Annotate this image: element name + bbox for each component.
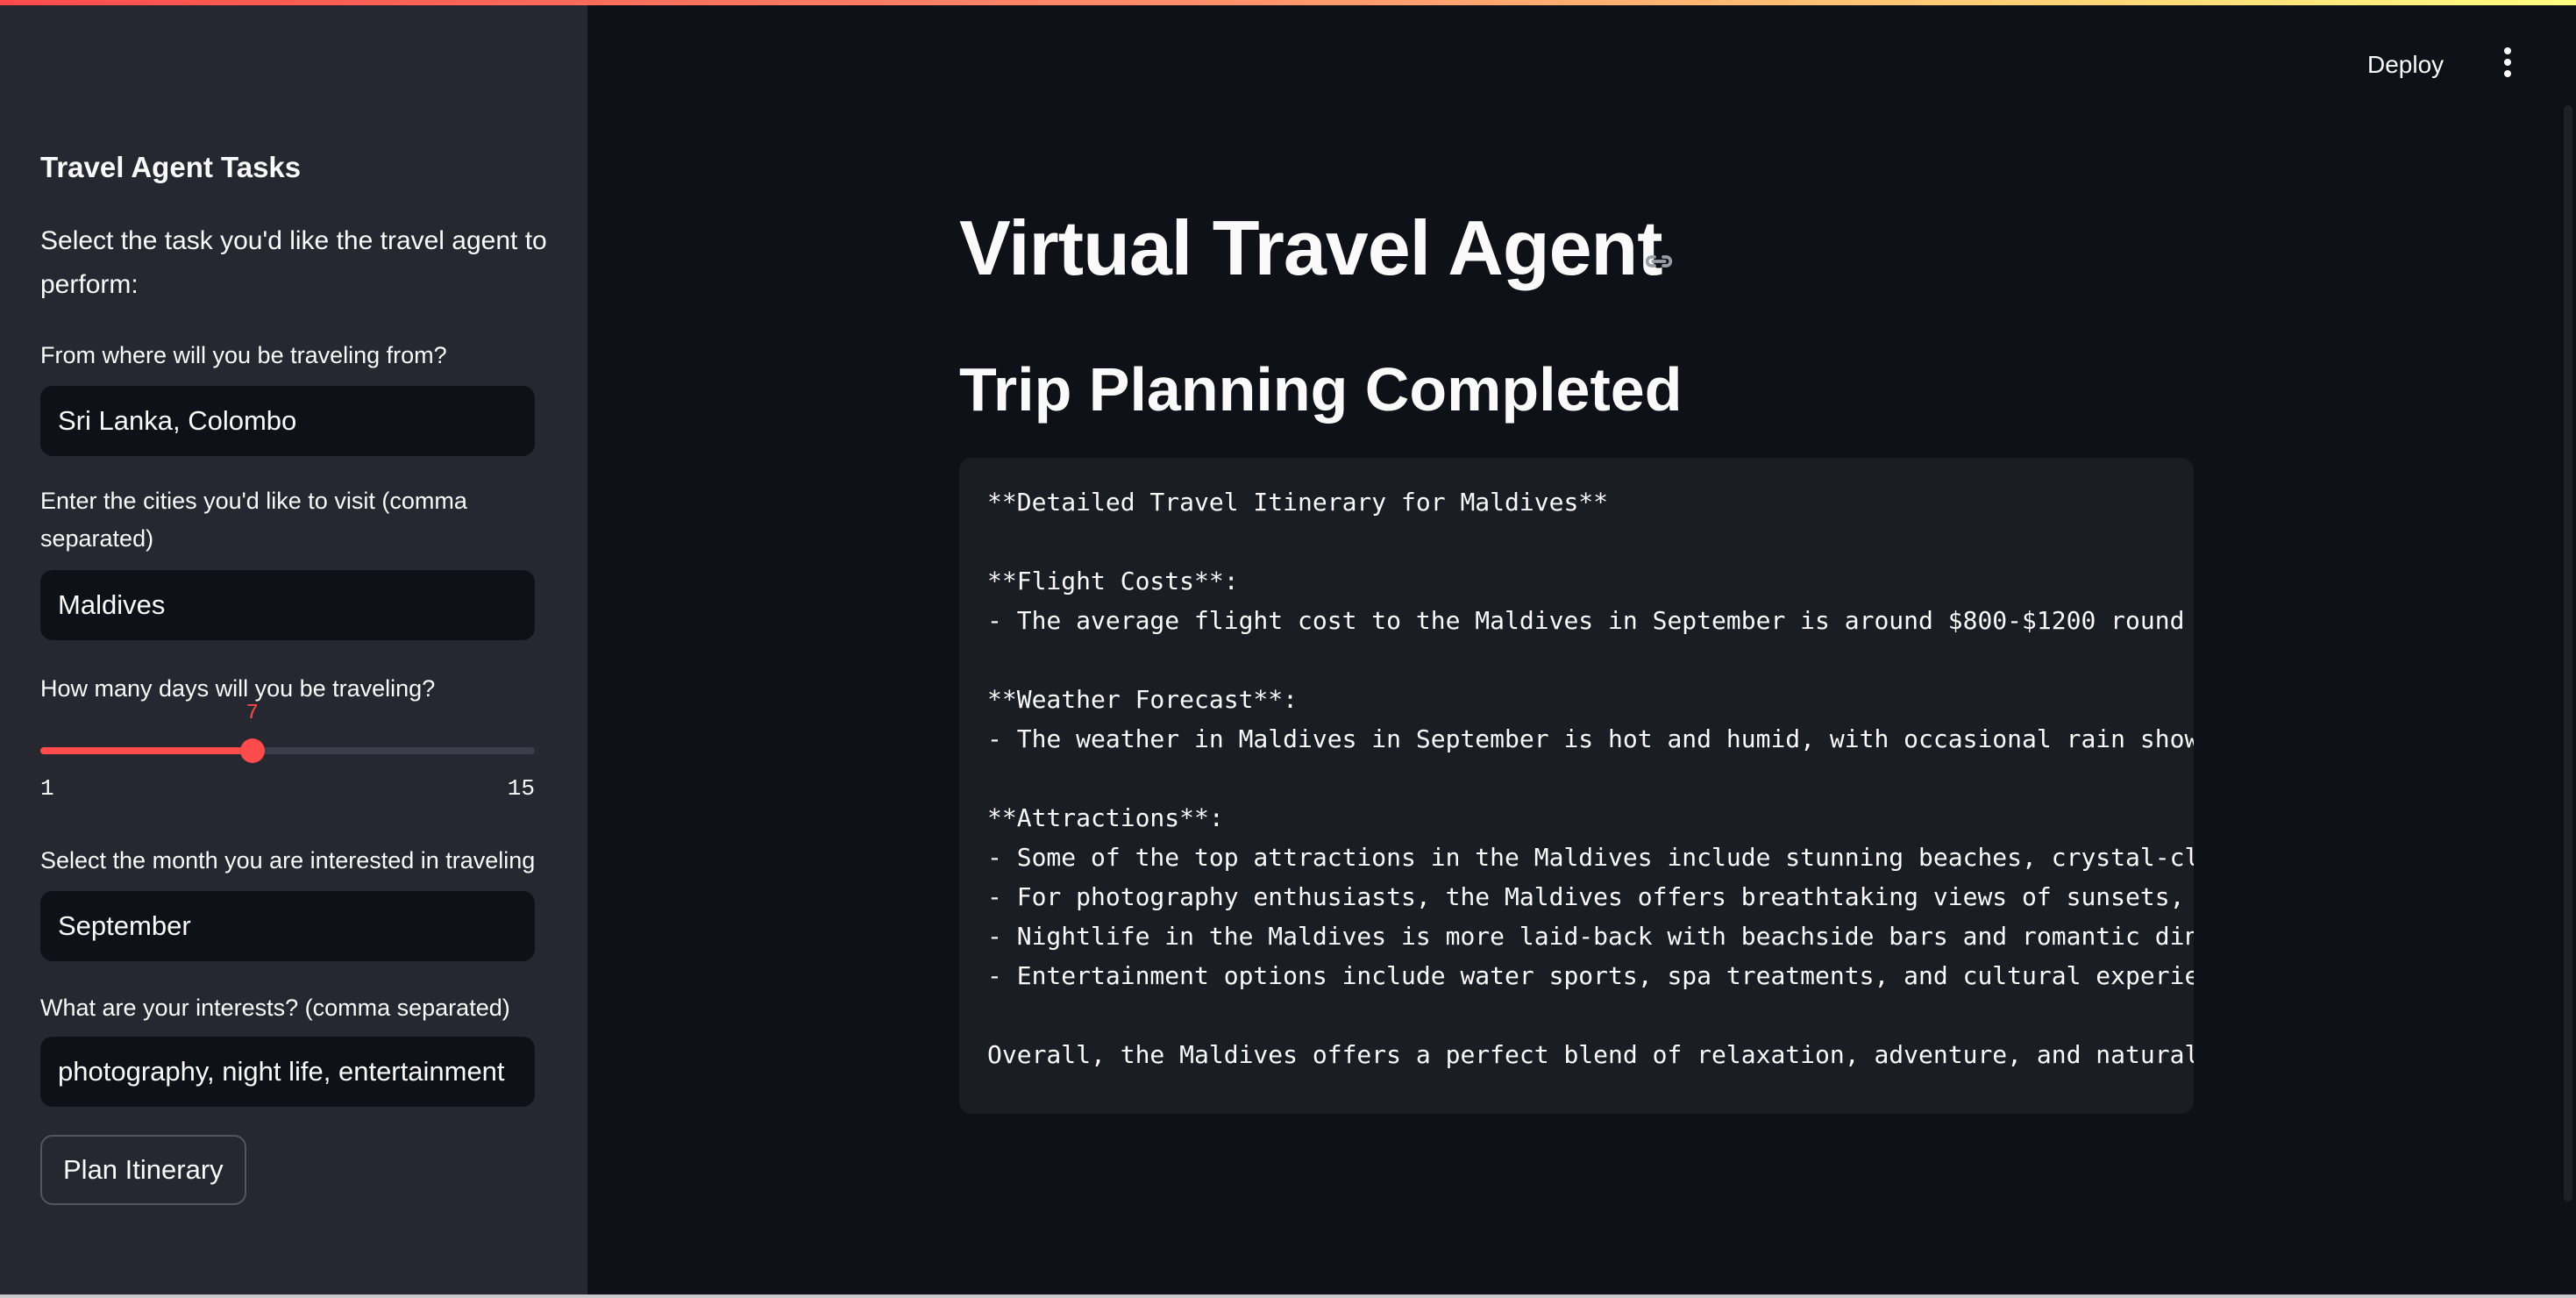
itinerary-line: **Attractions**: [987,803,1224,832]
deploy-button[interactable]: Deploy [2367,51,2444,79]
link-icon[interactable] [1641,244,1676,279]
slider-fill [40,747,253,754]
origin-input[interactable] [40,386,535,456]
itinerary-line: **Flight Costs**: [987,567,1239,596]
itinerary-line: - Entertainment options include water sp… [987,961,2194,990]
cities-input[interactable] [40,570,535,640]
plan-itinerary-button[interactable]: Plan Itinerary [40,1135,246,1205]
itinerary-line [987,759,2166,798]
itinerary-line: Overall, the Maldives offers a perfect b… [987,1040,2194,1069]
itinerary-line: - For photography enthusiasts, the Maldi… [987,882,2185,911]
itinerary-line: - Nightlife in the Maldives is more laid… [987,922,2194,951]
itinerary-code-block: **Detailed Travel Itinerary for Maldives… [959,458,2194,1114]
slider-thumb[interactable] [239,738,265,763]
origin-label: From where will you be traveling from? [40,342,447,368]
itinerary-line: **Detailed Travel Itinerary for Maldives… [987,488,1609,517]
sidebar-description: Select the task you'd like the travel ag… [40,226,547,299]
main-scrollbar[interactable] [2564,105,2572,1202]
month-label: Select the month you are interested in t… [40,847,536,874]
slider-min-label: 1 [40,775,54,802]
itinerary-line: **Weather Forecast**: [987,685,1299,714]
header-decoration-bar [0,0,2576,5]
itinerary-line [987,995,2166,1035]
itinerary-line [987,640,2166,680]
itinerary-line: - The average flight cost to the Maldive… [987,606,2185,635]
sidebar: Travel Agent Tasks Select the task you'd… [0,0,587,1298]
days-slider[interactable]: 7 1 15 [40,702,535,807]
more-vertical-icon[interactable] [2497,47,2518,79]
itinerary-line: - The weather in Maldives in September i… [987,724,2194,753]
cities-label: Enter the cities you'd like to visit (co… [40,488,467,552]
itinerary-line [987,522,2166,561]
window-bottom-edge [0,1294,2576,1298]
sidebar-title: Travel Agent Tasks [40,151,302,183]
slider-max-label: 15 [507,775,535,802]
slider-current-value: 7 [246,702,259,725]
month-input[interactable] [40,891,535,961]
section-heading: Trip Planning Completed [959,355,1683,424]
interests-input[interactable] [40,1037,535,1107]
page-title: Virtual Travel Agent [959,204,1663,291]
interests-label: What are your interests? (comma separate… [40,995,510,1021]
itinerary-line: - Some of the top attractions in the Mal… [987,843,2194,872]
